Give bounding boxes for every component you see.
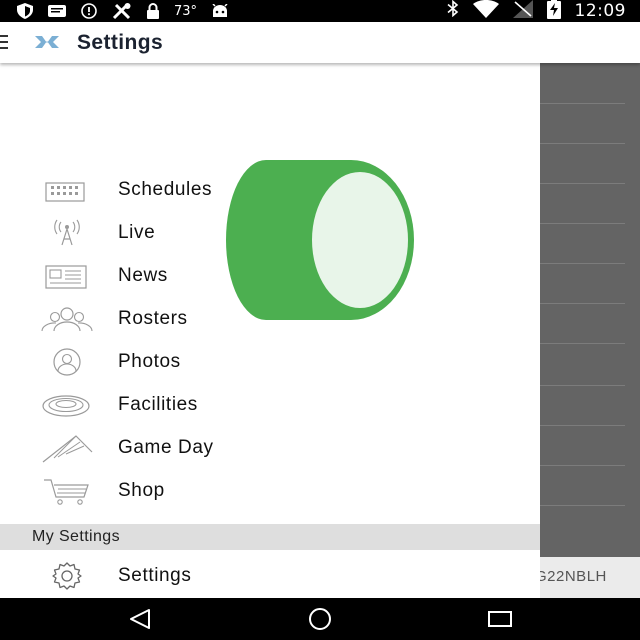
drawer-item-label: Live [118,222,156,243]
temperature-readout: 73° [174,3,198,19]
no-signal-icon [512,0,533,23]
drawer-item-shop[interactable]: Shop [0,470,540,513]
battery-charging-icon [546,0,561,24]
gear-icon [40,560,94,592]
tools-icon [112,2,132,20]
navigation-drawer: Schedules Live News Rosters Photos Facil… [0,63,540,598]
drawer-item-label: Game Day [118,437,214,458]
background-row-divider [540,385,625,386]
bluetooth-icon [446,0,459,22]
back-icon[interactable] [127,608,153,635]
lock-icon [146,3,160,19]
drawer-item-settings[interactable]: Settings [0,555,540,598]
background-row-divider [540,263,625,264]
clock: 12:09 [574,1,626,21]
system-nav-bar [0,598,640,640]
drawer-item-label: Rosters [118,308,188,329]
home-icon[interactable] [305,608,335,635]
person-circle-icon [40,346,94,378]
recents-icon[interactable] [487,610,513,633]
newspaper-icon [40,260,94,292]
hamburger-menu-icon[interactable] [0,35,8,54]
shield-icon [16,3,34,19]
app-bar: Settings [0,22,640,63]
pennant-icon [40,432,94,464]
section-header-label: My Settings [32,528,120,545]
drawer-item-label: Settings [118,565,192,586]
message-icon [48,4,66,18]
alert-icon [80,3,98,19]
calendar-icon [40,174,94,206]
section-header-my-settings: My Settings [0,524,540,550]
background-code-text: G22NBLH [535,568,607,585]
stadium-icon [40,389,94,421]
page-title: Settings [77,31,164,54]
drawer-item-facilities[interactable]: Facilities [0,384,540,427]
status-bar: 73° 12:09 [0,0,640,22]
drawer-item-label: Photos [118,351,181,372]
drawer-item-photos[interactable]: Photos [0,341,540,384]
unc-logo-icon [33,35,61,54]
green-ring-overlay [226,160,416,325]
drawer-item-label: Facilities [118,394,198,415]
background-row-divider [540,303,625,304]
wifi-icon [472,0,499,23]
background-row-divider [540,465,625,466]
background-row-divider [540,343,625,344]
drawer-item-label: News [118,265,168,286]
antenna-icon [40,217,94,249]
background-row-divider [540,425,625,426]
android-icon [211,4,229,18]
background-row-divider [540,103,625,104]
cart-icon [40,475,94,507]
background-row-divider [540,223,625,224]
drawer-item-label: Shop [118,480,165,501]
background-row-divider [540,183,625,184]
drawer-item-label: Schedules [118,179,213,200]
background-row-divider [540,505,625,506]
drawer-item-game-day[interactable]: Game Day [0,427,540,470]
background-row-divider [540,143,625,144]
people-icon [40,303,94,335]
